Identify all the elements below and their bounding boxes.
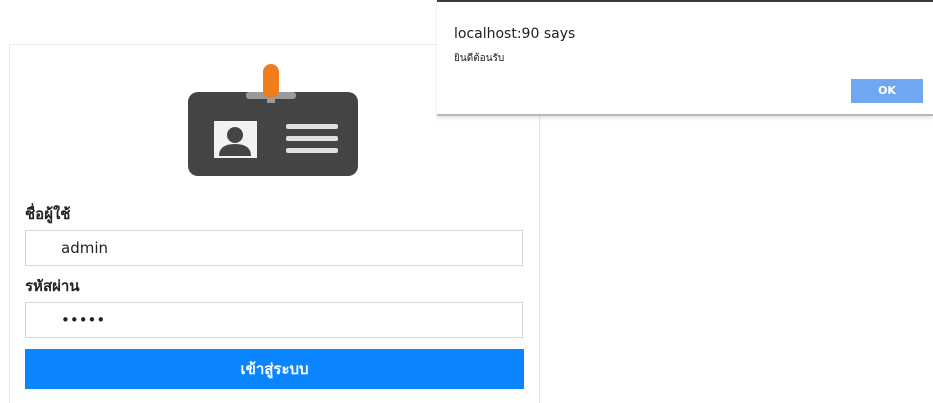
password-input[interactable] <box>25 302 523 338</box>
alert-title: localhost:90 says <box>454 26 576 42</box>
alert-message: ยินดีต้อนรับ <box>454 53 505 64</box>
username-label: ชื่อผู้ใช้ <box>25 205 71 223</box>
id-card-icon <box>188 64 358 176</box>
password-label: รหัสผ่าน <box>25 277 80 295</box>
alert-dialog: localhost:90 says ยินดีต้อนรับ OK <box>437 0 933 116</box>
ok-button[interactable]: OK <box>851 79 923 103</box>
username-input[interactable] <box>25 230 523 266</box>
login-page: ชื่อผู้ใช้ รหัสผ่าน เข้าสู่ระบบ localhos… <box>0 0 933 403</box>
login-button[interactable]: เข้าสู่ระบบ <box>25 349 524 389</box>
